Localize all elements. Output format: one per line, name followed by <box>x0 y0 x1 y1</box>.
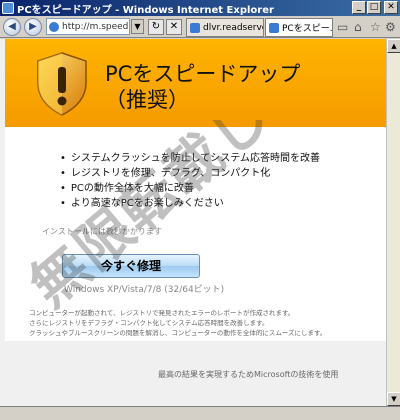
list-item: PCの動作全体を大幅に改善 <box>60 181 320 196</box>
vertical-scrollbar[interactable]: ▲ ▼ <box>386 39 400 406</box>
tab-pc-speedup[interactable]: PCをスピー... ✕ <box>265 18 333 37</box>
scroll-up-button[interactable]: ▲ <box>387 39 400 53</box>
page-viewport: PCをスピードアップ （推奨） システムクラッシュを防止してシステム応答時間を改… <box>0 39 386 406</box>
fix-now-button[interactable]: 今すぐ修理 <box>62 254 200 278</box>
page-subtitle: （推奨） <box>105 88 189 112</box>
disclaimer-line: コンピューターが起動されて、レジストリで発見されたエラーのレポートが作成されます… <box>29 309 295 317</box>
back-button[interactable]: ◀ <box>3 17 21 36</box>
stop-button[interactable]: ✕ <box>166 19 182 35</box>
tab-page-icon <box>190 22 200 33</box>
install-note: インストールには数秒かかります <box>42 227 162 236</box>
header-banner: PCをスピードアップ （推奨） <box>5 39 386 127</box>
new-tab-button[interactable]: ▭ <box>337 20 348 34</box>
tab-page-icon <box>269 22 279 33</box>
address-dropdown-button[interactable]: ▼ <box>131 19 144 34</box>
shield-icon <box>37 52 87 116</box>
tab-label: PCをスピー... <box>282 24 333 34</box>
compatibility-text: Windows XP/Vista/7/8 (32/64ビット) <box>64 285 225 295</box>
forward-button[interactable]: ▶ <box>24 17 42 36</box>
list-item: より高速なPCをお楽しみください <box>60 196 320 211</box>
disclaimer-line: さらにレジストリをデフラグ・コンパクト化してシステム応答時間を改善します。 <box>29 319 269 327</box>
home-icon[interactable]: ⌂ <box>354 20 362 34</box>
address-text: http://m.speed... <box>62 21 130 32</box>
stop-icon: ✕ <box>169 21 179 32</box>
disclaimer: コンピューターが起動されて、レジストリで発見されたエラーのレポートが作成されます… <box>29 308 379 338</box>
list-item: レジストリを修理、デフラグ、コンパクト化 <box>60 166 320 181</box>
offer-card: PCをスピードアップ （推奨） システムクラッシュを防止してシステム応答時間を改… <box>5 39 386 341</box>
footer-text: 最高の結果を実現するためMicrosoftの技術を使用 <box>158 370 339 379</box>
refresh-button[interactable]: ↻ <box>148 19 164 35</box>
forward-arrow-icon: ▶ <box>29 21 37 32</box>
back-arrow-icon: ◀ <box>8 21 16 32</box>
tab-dlvr[interactable]: dlvr.readserve... <box>186 18 264 37</box>
window-title: PCをスピードアップ - Windows Internet Explorer <box>17 4 274 16</box>
status-bar <box>0 406 400 420</box>
maximize-button[interactable]: □ <box>367 1 381 14</box>
list-item: システムクラッシュを防止してシステム応答時間を改善 <box>60 151 320 166</box>
browser-toolbar: ◀ ▶ http://m.speed... ▼ ↻ ✕ dlvr.readser… <box>0 16 400 38</box>
window-titlebar: PCをスピードアップ - Windows Internet Explorer _… <box>0 0 400 16</box>
page-title: PCをスピードアップ <box>105 62 301 86</box>
page-icon <box>49 21 59 32</box>
ie-icon <box>2 2 14 14</box>
refresh-icon: ↻ <box>151 21 161 32</box>
scroll-down-button[interactable]: ▼ <box>387 392 400 406</box>
disclaimer-line: クラッシュやブルースクリーンの問題を解消し、コンピューターの動作を全体的にスムー… <box>29 329 327 337</box>
address-bar[interactable]: http://m.speed... <box>46 18 130 35</box>
window-controls: _ □ ✕ <box>352 1 398 14</box>
tools-gear-icon[interactable]: ⚙ <box>385 20 396 34</box>
close-button[interactable]: ✕ <box>384 1 398 14</box>
feature-list: システムクラッシュを防止してシステム応答時間を改善 レジストリを修理、デフラグ、… <box>60 151 320 211</box>
minimize-button[interactable]: _ <box>352 1 366 14</box>
favorites-icon[interactable]: ☆ <box>370 20 381 34</box>
tab-label: dlvr.readserve... <box>203 22 263 33</box>
